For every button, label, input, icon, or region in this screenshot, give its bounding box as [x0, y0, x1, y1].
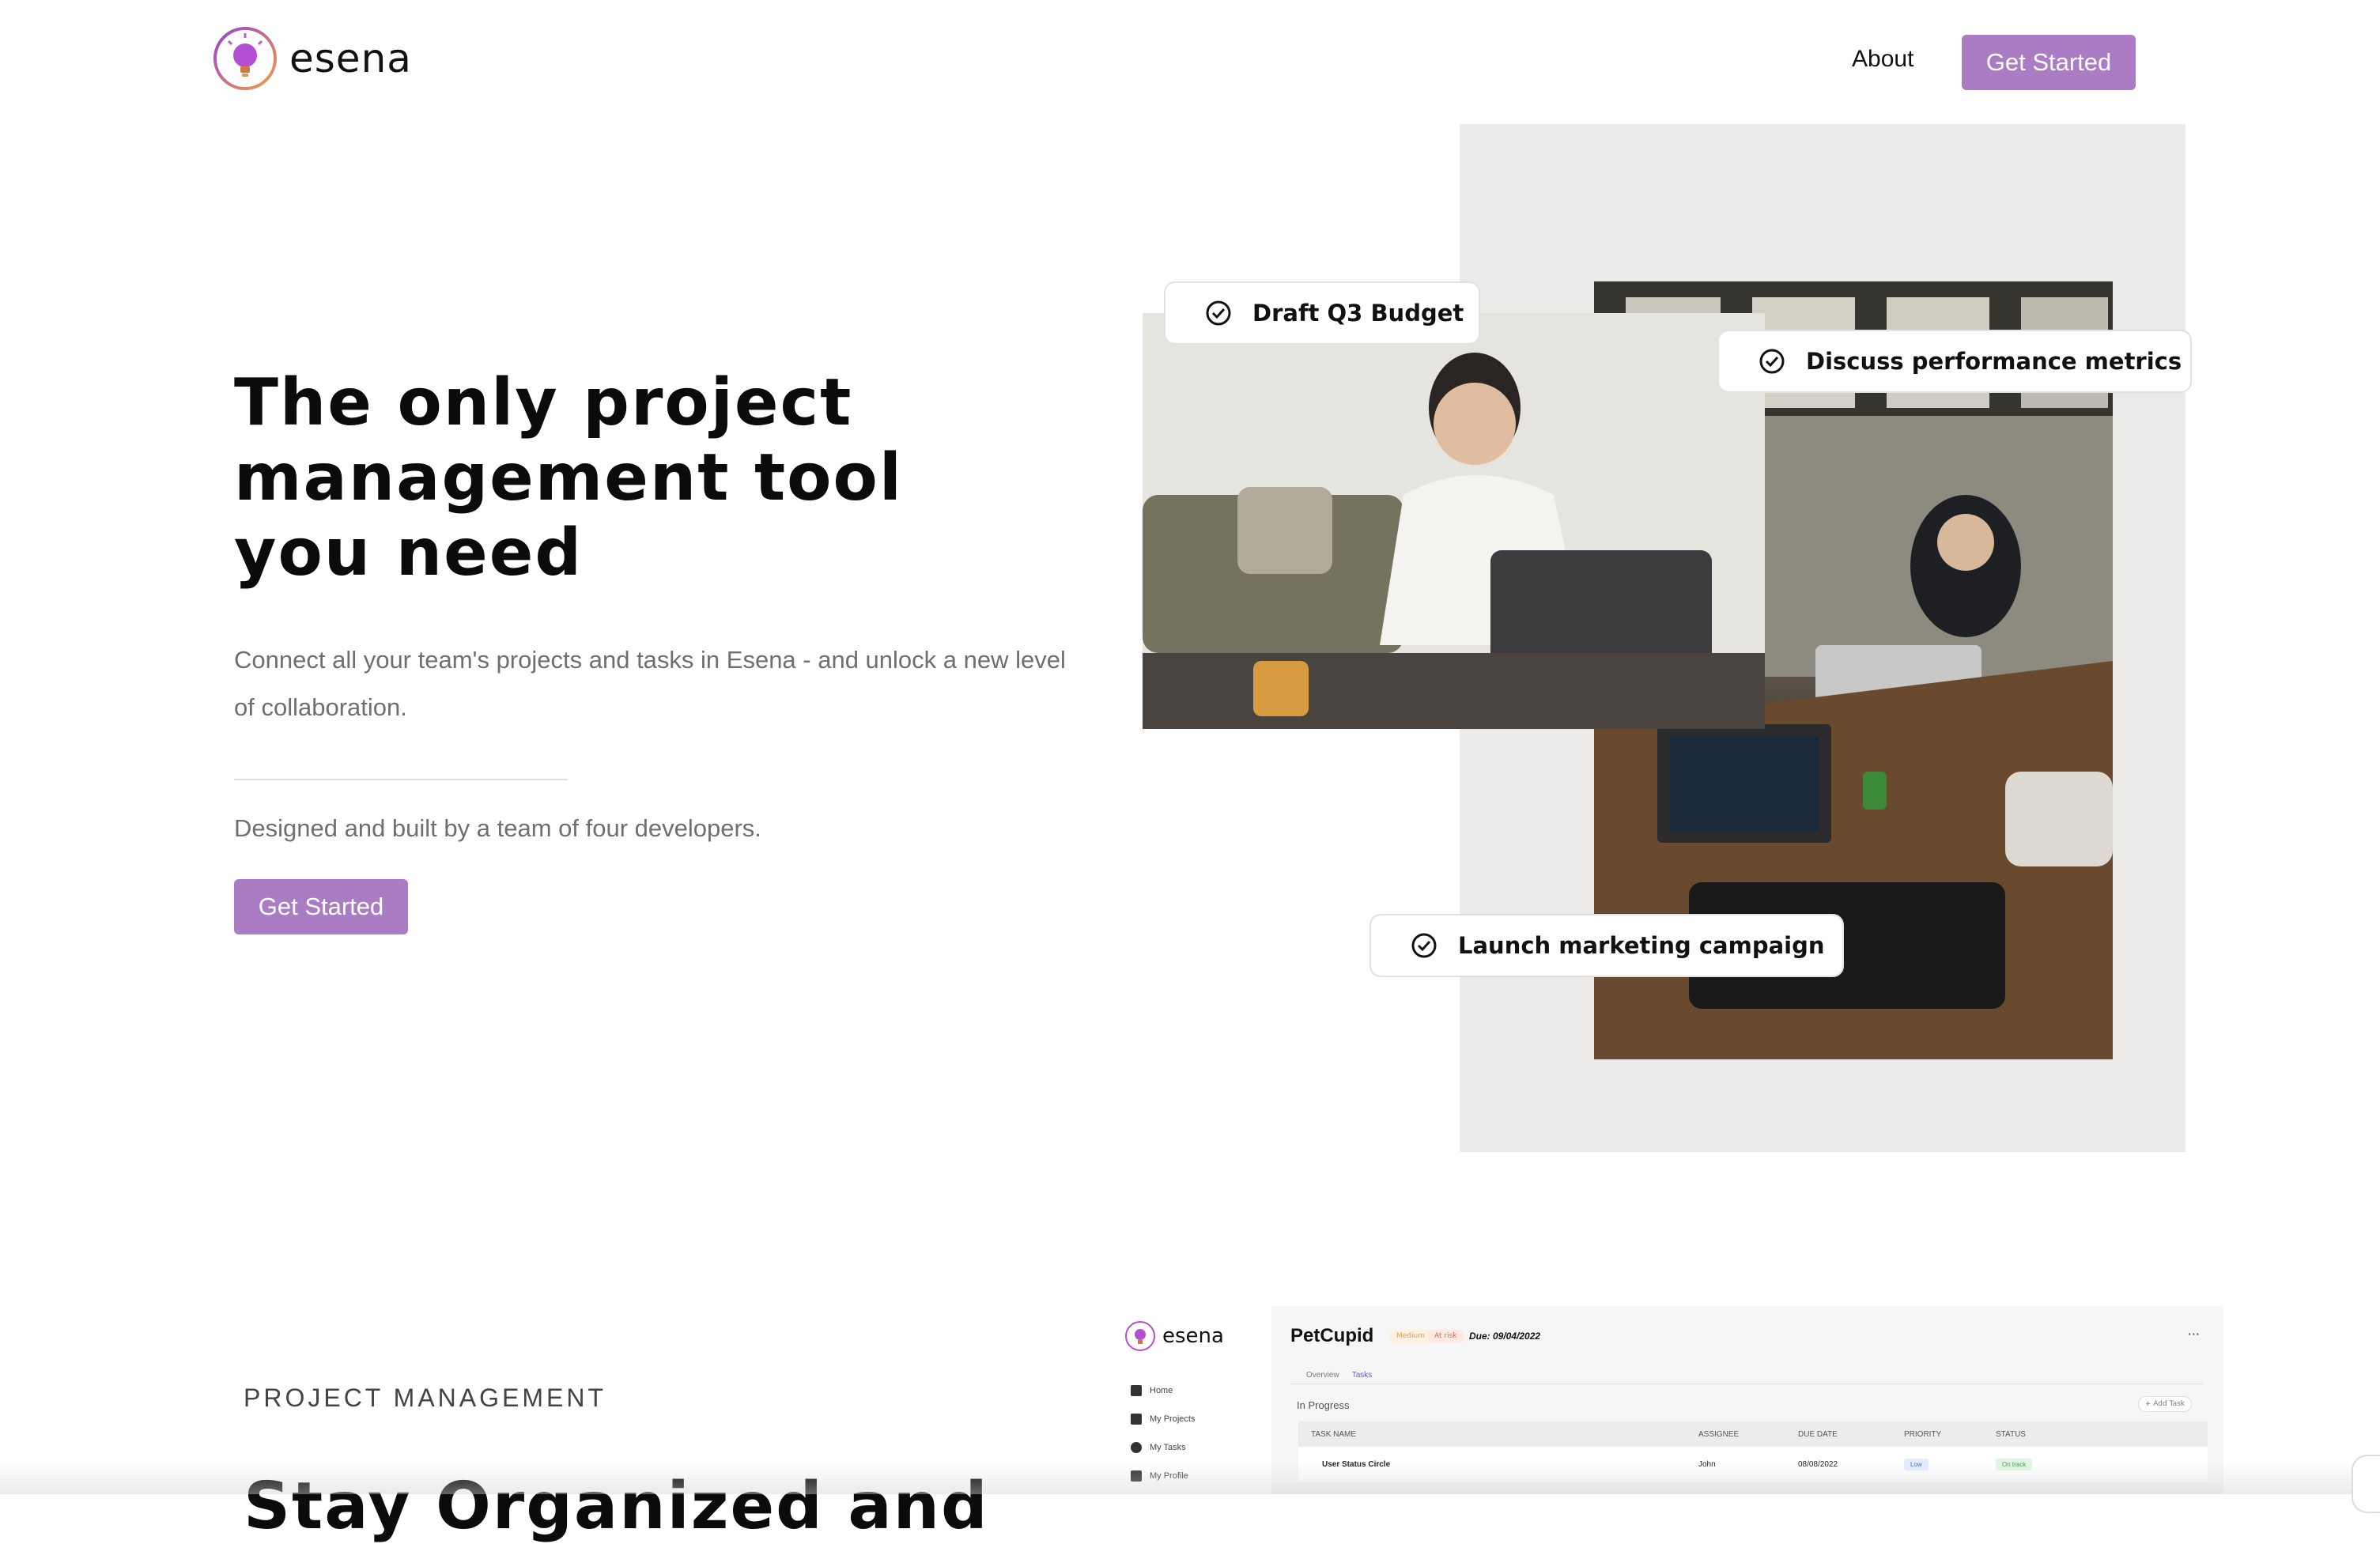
projects-icon [1131, 1414, 1142, 1425]
project-due-date: Due: 09/04/2022 [1469, 1331, 1541, 1342]
sidebar-item-label: Home [1150, 1386, 1173, 1395]
hero-get-started-button[interactable]: Get Started [234, 879, 408, 934]
brand-name: esena [289, 36, 412, 81]
hero-credit: Designed and built by a team of four dev… [234, 814, 761, 842]
check-circle-icon [1759, 349, 1785, 374]
hero-divider [234, 779, 568, 780]
task-name-cell: User Status Circle [1322, 1459, 1391, 1469]
status-badge: On track [1996, 1458, 2033, 1470]
task-card: Launch marketing campaign [1369, 914, 1844, 977]
hero-title: The only project management tool you nee… [234, 365, 903, 591]
task-label: Draft Q3 Budget [1252, 300, 1464, 327]
tab-tasks[interactable]: Tasks [1352, 1371, 1373, 1380]
column-header: PRIORITY [1904, 1429, 1942, 1439]
section-title: Stay Organized and [244, 1469, 989, 1544]
project-title: PetCupid [1290, 1325, 1374, 1346]
add-task-button[interactable]: + Add Task [2137, 1396, 2192, 1412]
column-header: ASSIGNEE [1698, 1429, 1740, 1439]
lightbulb-logo-icon [213, 27, 277, 90]
status-group-label[interactable]: In Progress [1297, 1399, 1349, 1411]
project-tabs: Overview Tasks [1306, 1371, 1372, 1380]
check-circle-icon [1131, 1442, 1142, 1453]
priority-cell: Low [1904, 1458, 1996, 1470]
check-circle-icon [1411, 933, 1437, 958]
woman-photo-illustration [1143, 313, 1765, 729]
nav-get-started-button[interactable]: Get Started [1962, 35, 2136, 90]
priority-tag: Medium [1390, 1330, 1431, 1342]
task-card: Draft Q3 Budget [1164, 281, 1480, 345]
floating-chat-button[interactable] [2352, 1455, 2380, 1513]
task-table: TASK NAME ASSIGNEE DUE DATE PRIORITY STA… [1298, 1421, 2208, 1482]
app-logo: esena [1124, 1320, 1224, 1352]
sidebar-item-tasks[interactable]: My Tasks [1131, 1442, 1186, 1453]
tab-overview[interactable]: Overview [1306, 1371, 1339, 1380]
app-preview-screenshot: esena Home My Projects My Tasks My Profi… [1113, 1306, 2223, 1494]
sidebar-item-profile[interactable]: My Profile [1131, 1470, 1188, 1482]
woman-laptop-photo [1143, 313, 1765, 729]
due-date-cell: 08/08/2022 [1798, 1459, 1838, 1469]
table-row[interactable]: User Status Circle John 08/08/2022 Low O… [1298, 1447, 2208, 1482]
table-header: TASK NAME ASSIGNEE DUE DATE PRIORITY STA… [1298, 1421, 2208, 1447]
home-icon [1131, 1385, 1142, 1396]
user-icon [1131, 1470, 1142, 1482]
column-header: STATUS [1996, 1429, 2026, 1439]
app-brand-name: esena [1162, 1324, 1224, 1348]
assignee-cell: John [1698, 1459, 1716, 1469]
hero-description: Connect all your team's projects and tas… [234, 646, 1066, 721]
app-main-panel: PetCupid Medium At risk Due: 09/04/2022 … [1271, 1306, 2223, 1494]
status-cell: On track [1996, 1458, 2091, 1470]
sidebar-item-label: My Profile [1150, 1471, 1188, 1481]
more-options-icon[interactable]: ··· [2188, 1327, 2200, 1342]
nav-about-link[interactable]: About [1852, 46, 1913, 73]
risk-tag: At risk [1428, 1330, 1464, 1342]
brand-logo[interactable]: esena [212, 25, 412, 92]
sidebar-item-home[interactable]: Home [1131, 1385, 1173, 1396]
column-header: TASK NAME [1311, 1429, 1357, 1439]
sidebar-item-label: My Projects [1150, 1414, 1196, 1424]
sidebar-item-projects[interactable]: My Projects [1131, 1414, 1195, 1425]
task-label: Launch marketing campaign [1458, 932, 1825, 959]
priority-badge: Low [1904, 1458, 1929, 1470]
task-label: Discuss performance metrics [1806, 348, 2182, 375]
check-circle-icon [1206, 300, 1231, 326]
task-card: Discuss performance metrics [1717, 330, 2192, 393]
app-sidebar: esena Home My Projects My Tasks My Profi… [1113, 1306, 1271, 1494]
lightbulb-logo-icon [1125, 1321, 1155, 1351]
column-header: DUE DATE [1798, 1429, 1838, 1439]
section-eyebrow: PROJECT MANAGEMENT [244, 1384, 606, 1412]
sidebar-item-label: My Tasks [1150, 1443, 1186, 1452]
